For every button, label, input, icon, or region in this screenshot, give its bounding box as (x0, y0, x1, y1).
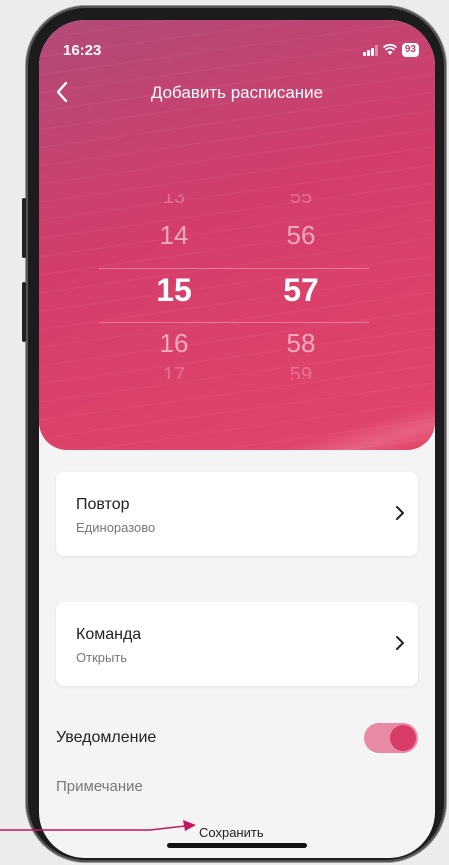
time-picker[interactable]: 13 14 15 16 17 55 56 57 58 59 (39, 180, 435, 400)
minute-option[interactable]: 59 (261, 364, 341, 379)
nav-header: Добавить расписание (39, 78, 435, 108)
minute-option[interactable]: 56 (261, 220, 341, 251)
chevron-right-icon (396, 636, 404, 650)
command-value: Открыть (76, 650, 128, 665)
selected-hour[interactable]: 15 (134, 272, 214, 309)
app-screen: 16:23 93 Добавить расписание 13 14 15 16… (39, 20, 435, 858)
phone-volume-button (22, 282, 26, 342)
hour-option[interactable]: 16 (134, 328, 214, 359)
minute-option[interactable]: 55 (261, 194, 341, 209)
hour-option[interactable]: 13 (134, 194, 214, 209)
wifi-icon (382, 44, 397, 55)
command-label: Команда (76, 626, 142, 643)
minute-option[interactable]: 58 (261, 328, 341, 359)
annotation-arrow-icon (0, 820, 196, 831)
repeat-card[interactable]: Повтор Единоразово (56, 472, 418, 556)
toggle-knob (390, 725, 416, 751)
note-field[interactable]: Примечание (56, 778, 143, 795)
status-time: 16:23 (63, 42, 102, 59)
repeat-label: Повтор (76, 496, 130, 513)
hour-option[interactable]: 14 (134, 220, 214, 251)
selected-minute[interactable]: 57 (261, 272, 341, 309)
battery-icon: 93 (401, 43, 419, 57)
chevron-right-icon (396, 506, 404, 520)
hour-option[interactable]: 17 (134, 364, 214, 379)
home-indicator (167, 843, 307, 848)
phone-volume-button (22, 198, 26, 258)
page-title: Добавить расписание (150, 83, 324, 102)
signal-icon (362, 44, 378, 56)
status-bar: 16:23 93 (39, 42, 435, 62)
repeat-value: Единоразово (76, 520, 156, 535)
command-card[interactable]: Команда Открыть (56, 602, 418, 686)
time-picker-header: 16:23 93 Добавить расписание 13 14 15 16… (39, 20, 435, 450)
save-button[interactable]: Сохранить (199, 825, 264, 840)
notification-toggle[interactable] (364, 723, 418, 753)
